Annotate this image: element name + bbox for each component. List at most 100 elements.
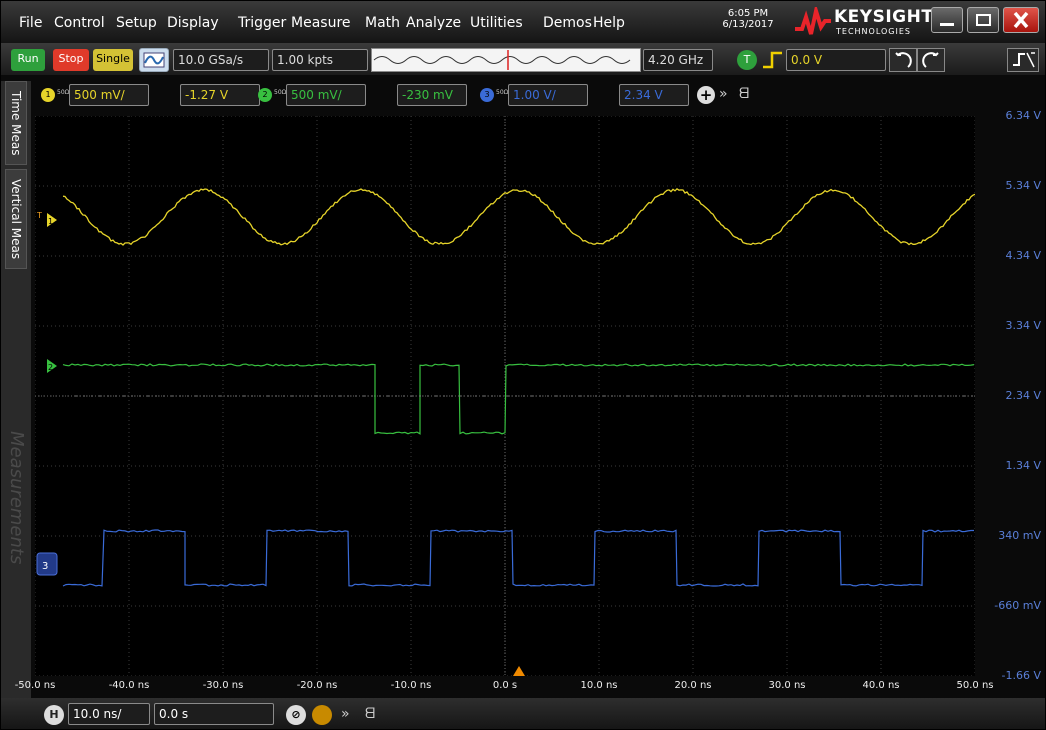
volt-label: 340 mV [998, 529, 1041, 542]
channel-3-marker-label: 3 [42, 561, 48, 572]
auto-scale-icon [1008, 49, 1038, 71]
bottom-pin-icon[interactable]: ᗺ [365, 706, 375, 722]
rising-edge-icon [761, 50, 783, 70]
menu-control[interactable]: Control [54, 15, 105, 31]
waveform-display[interactable]: 1 2 3 T [35, 116, 975, 676]
oscilloscope-window: File Control Setup Display Trigger Measure Mat… [0, 0, 1046, 730]
channel-3-impedance: 50Ω [496, 89, 508, 96]
single-button[interactable]: Single [93, 49, 133, 71]
close-icon [1004, 8, 1038, 32]
sample-rate-field[interactable]: 10.0 GSa/s [173, 49, 269, 71]
toolbar: Run Stop Single 10.0 GSa/s 1.00 kpts 4.2… [1, 43, 1046, 75]
time-label: 50.0 ns [957, 680, 994, 691]
channel-1-impedance: 50Ω [57, 89, 69, 96]
volt-label: 6.34 V [1005, 109, 1041, 122]
minimize-button[interactable] [931, 7, 963, 33]
time-meas-tab[interactable]: Time Meas [5, 81, 27, 165]
channel-3-scale-field[interactable]: 1.00 V/ [508, 84, 588, 106]
bandwidth-field[interactable]: 4.20 GHz [643, 49, 713, 71]
acquisition-mode-button[interactable] [139, 48, 169, 72]
time-label: 20.0 ns [675, 680, 712, 691]
volt-label: 1.34 V [1005, 459, 1041, 472]
time-label: -20.0 ns [297, 680, 338, 691]
menu-trigger[interactable]: Trigger [238, 15, 286, 31]
volt-label: 2.34 V [1005, 389, 1041, 402]
navigation-button[interactable] [312, 705, 332, 725]
menu-demos[interactable]: Demos [543, 15, 592, 31]
channel-3-badge[interactable]: 3 [480, 88, 494, 102]
horizontal-badge[interactable]: H [44, 705, 64, 725]
time-label: -40.0 ns [109, 680, 150, 691]
vertical-meas-tab[interactable]: Vertical Meas [5, 169, 27, 269]
menu-measure[interactable]: Measure [291, 15, 351, 31]
channel-1-offset-field[interactable]: -1.27 V [180, 84, 260, 106]
measurements-watermark: Measurements [5, 431, 27, 591]
memory-depth-field[interactable]: 1.00 kpts [272, 49, 368, 71]
expand-channels-icon[interactable]: » [719, 86, 728, 102]
volt-label: 4.34 V [1005, 249, 1041, 262]
channel-bar: 1 50Ω 500 mV/-1.27 V 2 50Ω 500 mV/-230 mV 3 50Ω… [31, 79, 1046, 111]
bandwidth-wave-icon [372, 49, 640, 71]
time-axis: -50.0 ns -40.0 ns -30.0 ns -20.0 ns -10.0 ns… [35, 676, 1046, 698]
maximize-icon [976, 14, 991, 26]
keysight-wave-icon [794, 7, 832, 37]
time-label: 0.0 s [493, 680, 517, 691]
add-channel-button[interactable]: + [697, 86, 715, 104]
pin-icon[interactable]: ᗺ [739, 86, 749, 102]
auto-scale-button[interactable] [1007, 48, 1039, 72]
menu-setup[interactable]: Setup [116, 15, 157, 31]
channel-2-scale-field[interactable]: 500 mV/ [286, 84, 366, 106]
channel-1-marker-label: 1 [48, 217, 53, 226]
redo-icon [918, 49, 944, 71]
time-label: -50.0 ns [15, 680, 56, 691]
bandwidth-slider[interactable] [371, 48, 641, 72]
volt-axis: 6.34 V 5.34 V 4.34 V 3.34 V 2.34 V 1.34 V 340 … [975, 116, 1046, 676]
undo-icon [890, 49, 916, 71]
brand-subtitle: TECHNOLOGIES [836, 27, 911, 36]
menu-help[interactable]: Help [593, 15, 625, 31]
timebase-bar: H 10.0 ns/ 0.0 s ⊘ » ᗺ [1, 698, 1046, 730]
run-button[interactable]: Run [11, 49, 45, 71]
channel-2-badge[interactable]: 2 [258, 88, 272, 102]
time-label: -30.0 ns [203, 680, 244, 691]
menu-analyze[interactable]: Analyze [406, 15, 461, 31]
clock-date: 6/13/2017 [707, 19, 789, 30]
brand-logo: KEYSIGHT TECHNOLOGIES [794, 5, 924, 39]
brand-name: KEYSIGHT [834, 7, 933, 27]
channel-2-impedance: 50Ω [274, 89, 286, 96]
maximize-button[interactable] [967, 7, 999, 33]
menu-math[interactable]: Math [365, 15, 400, 31]
channel-3-offset-field[interactable]: 2.34 V [619, 84, 689, 106]
timebase-position-field[interactable]: 0.0 s [154, 703, 274, 725]
time-label: -10.0 ns [391, 680, 432, 691]
volt-label: -660 mV [994, 599, 1041, 612]
menu-display[interactable]: Display [167, 15, 219, 31]
trigger-level-field[interactable]: 0.0 V [786, 49, 886, 71]
volt-label: 3.34 V [1005, 319, 1041, 332]
waveform-icon [140, 49, 168, 71]
volt-label: 5.34 V [1005, 179, 1041, 192]
channel-2-offset-field[interactable]: -230 mV [397, 84, 467, 106]
time-label: 10.0 ns [581, 680, 618, 691]
redo-button[interactable] [917, 48, 945, 72]
channel-1-scale-field[interactable]: 500 mV/ [69, 84, 149, 106]
undo-button[interactable] [889, 48, 917, 72]
bottom-expand-icon[interactable]: » [341, 706, 350, 722]
timebase-scale-field[interactable]: 10.0 ns/ [68, 703, 150, 725]
channel-2-marker-label: 2 [48, 363, 53, 372]
time-label: 30.0 ns [769, 680, 806, 691]
menu-utilities[interactable]: Utilities [470, 15, 523, 31]
close-button[interactable] [1003, 7, 1039, 33]
clock: 6:05 PM 6/13/2017 [707, 8, 789, 30]
menu-file[interactable]: File [19, 15, 42, 31]
minimize-icon [940, 23, 954, 26]
title-bar: File Control Setup Display Trigger Measure Mat… [1, 1, 1046, 43]
trigger-badge[interactable]: T [737, 50, 757, 70]
trigger-level-marker: T [36, 211, 42, 220]
stop-button[interactable]: Stop [53, 49, 89, 71]
time-label: 40.0 ns [863, 680, 900, 691]
side-tab-strip: Time Meas Vertical Meas Measurements » [1, 81, 31, 701]
clock-time: 6:05 PM [707, 8, 789, 19]
zoom-button[interactable]: ⊘ [286, 705, 306, 725]
channel-1-badge[interactable]: 1 [41, 88, 55, 102]
